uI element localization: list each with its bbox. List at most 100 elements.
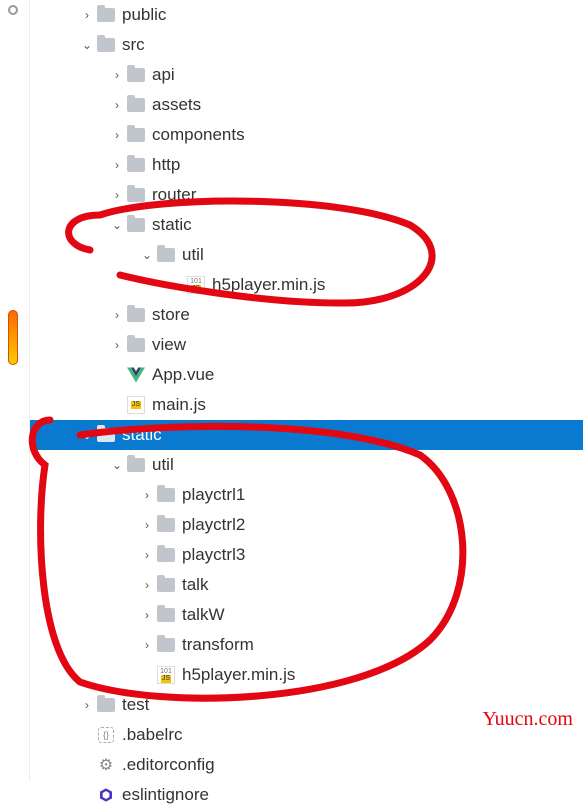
tree-label: assets — [152, 95, 201, 115]
folder-icon — [156, 515, 176, 535]
folder-icon — [126, 95, 146, 115]
chevron-right-icon: › — [108, 308, 126, 322]
tree-item-router[interactable]: › router — [30, 180, 583, 210]
tree-label: store — [152, 305, 190, 325]
tree-label: playctrl2 — [182, 515, 245, 535]
folder-icon — [156, 575, 176, 595]
folder-icon — [126, 335, 146, 355]
tree-label: components — [152, 125, 245, 145]
chevron-down-icon: ⌄ — [138, 248, 156, 262]
folder-icon — [156, 605, 176, 625]
tree-label: eslintignore — [122, 785, 209, 805]
js-file-icon: 101JS — [156, 665, 176, 685]
chevron-right-icon: › — [138, 578, 156, 592]
tree-item-talkw[interactable]: › talkW — [30, 600, 583, 630]
tree-item-store[interactable]: › store — [30, 300, 583, 330]
folder-icon — [126, 215, 146, 235]
tree-item-static-root[interactable]: ⌄ static — [30, 420, 583, 450]
chevron-right-icon: › — [138, 638, 156, 652]
tree-label: h5player.min.js — [182, 665, 295, 685]
chevron-right-icon: › — [78, 8, 96, 22]
folder-icon — [156, 485, 176, 505]
eslint-file-icon — [96, 785, 116, 805]
tree-label: test — [122, 695, 149, 715]
chevron-right-icon: › — [138, 518, 156, 532]
tree-label: util — [182, 245, 204, 265]
babel-file-icon: {} — [96, 725, 116, 745]
chevron-right-icon: › — [108, 98, 126, 112]
tree-label: .editorconfig — [122, 755, 215, 775]
tree-item-eslintignore[interactable]: eslintignore — [30, 780, 583, 810]
chevron-right-icon: › — [138, 548, 156, 562]
watermark-text: Yuucn.com — [482, 708, 573, 731]
tree-label: http — [152, 155, 180, 175]
vue-file-icon — [126, 365, 146, 385]
tree-label: talkW — [182, 605, 225, 625]
folder-icon — [126, 305, 146, 325]
editor-gutter — [0, 0, 30, 781]
tree-item-api[interactable]: › api — [30, 60, 583, 90]
file-tree[interactable]: › public ⌄ src › api › assets › componen… — [30, 0, 583, 810]
tree-item-view[interactable]: › view — [30, 330, 583, 360]
tree-item-editorconfig[interactable]: ⚙ .editorconfig — [30, 750, 583, 780]
tree-label: util — [152, 455, 174, 475]
tree-label: playctrl1 — [182, 485, 245, 505]
chevron-down-icon: ⌄ — [78, 38, 96, 52]
folder-icon — [126, 155, 146, 175]
tree-item-src-static-util[interactable]: ⌄ util — [30, 240, 583, 270]
tree-label: src — [122, 35, 145, 55]
tree-item-playctrl2[interactable]: › playctrl2 — [30, 510, 583, 540]
folder-icon — [156, 635, 176, 655]
tree-item-playctrl3[interactable]: › playctrl3 — [30, 540, 583, 570]
gutter-marker-circle — [8, 5, 18, 15]
folder-icon — [96, 35, 116, 55]
folder-icon — [96, 695, 116, 715]
folder-icon — [126, 185, 146, 205]
folder-icon — [156, 545, 176, 565]
folder-icon — [156, 245, 176, 265]
tree-label: api — [152, 65, 175, 85]
folder-icon — [96, 5, 116, 25]
tree-item-talk[interactable]: › talk — [30, 570, 583, 600]
tree-item-src-static[interactable]: ⌄ static — [30, 210, 583, 240]
tree-label: main.js — [152, 395, 206, 415]
tree-label: .babelrc — [122, 725, 182, 745]
chevron-right-icon: › — [138, 608, 156, 622]
chevron-down-icon: ⌄ — [108, 458, 126, 472]
tree-item-assets[interactable]: › assets — [30, 90, 583, 120]
gear-icon: ⚙ — [96, 755, 116, 775]
tree-item-components[interactable]: › components — [30, 120, 583, 150]
tree-label: public — [122, 5, 166, 25]
folder-icon — [126, 125, 146, 145]
chevron-right-icon: › — [108, 188, 126, 202]
tree-item-playctrl1[interactable]: › playctrl1 — [30, 480, 583, 510]
tree-label: transform — [182, 635, 254, 655]
folder-icon — [96, 425, 116, 445]
tree-label: static — [152, 215, 192, 235]
chevron-right-icon: › — [108, 128, 126, 142]
chevron-right-icon: › — [138, 488, 156, 502]
tree-label: router — [152, 185, 196, 205]
chevron-right-icon: › — [78, 698, 96, 712]
tree-item-public[interactable]: › public — [30, 0, 583, 30]
tree-item-app-vue[interactable]: App.vue — [30, 360, 583, 390]
tree-item-http[interactable]: › http — [30, 150, 583, 180]
tree-label: playctrl3 — [182, 545, 245, 565]
tree-item-main-js[interactable]: JS main.js — [30, 390, 583, 420]
chevron-right-icon: › — [108, 68, 126, 82]
tree-item-transform[interactable]: › transform — [30, 630, 583, 660]
tree-item-h5player-static[interactable]: 101JS h5player.min.js — [30, 660, 583, 690]
js-file-icon: JS — [126, 395, 146, 415]
chevron-down-icon: ⌄ — [78, 428, 96, 442]
tree-item-static-util[interactable]: ⌄ util — [30, 450, 583, 480]
tree-item-src[interactable]: ⌄ src — [30, 30, 583, 60]
tree-label: static — [122, 425, 162, 445]
chevron-right-icon: › — [108, 338, 126, 352]
gutter-change-bar — [8, 310, 18, 365]
chevron-down-icon: ⌄ — [108, 218, 126, 232]
tree-label: App.vue — [152, 365, 214, 385]
tree-label: h5player.min.js — [212, 275, 325, 295]
tree-item-h5player-src[interactable]: 101JS h5player.min.js — [30, 270, 583, 300]
folder-icon — [126, 455, 146, 475]
folder-icon — [126, 65, 146, 85]
